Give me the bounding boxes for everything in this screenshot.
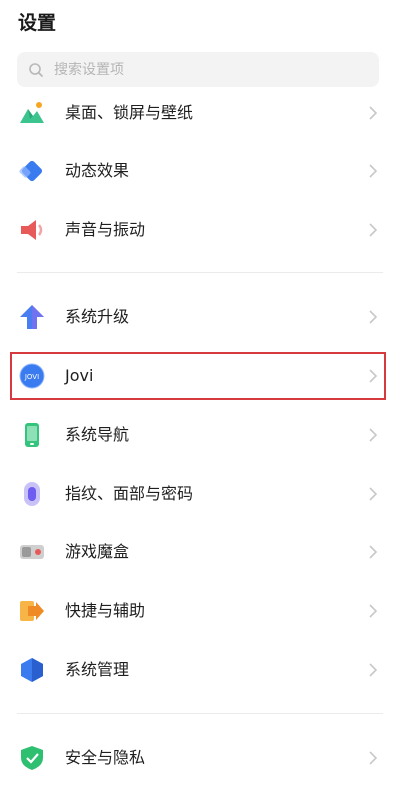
chevron-right-icon	[369, 751, 378, 765]
settings-item-system-management[interactable]: 系统管理	[0, 642, 400, 698]
settings-item-sound-vibration[interactable]: 声音与振动	[0, 202, 400, 258]
chevron-right-icon	[369, 487, 378, 501]
settings-item-security-privacy[interactable]: 安全与隐私	[0, 730, 400, 786]
settings-item-system-upgrade[interactable]: 系统升级	[0, 289, 400, 345]
chevron-right-icon	[369, 223, 378, 237]
section-divider	[17, 272, 383, 273]
chevron-right-icon	[369, 310, 378, 324]
game-box-icon	[20, 545, 44, 559]
section-divider	[17, 713, 383, 714]
chevron-right-icon	[369, 106, 378, 120]
chevron-right-icon	[369, 545, 378, 559]
settings-item-shortcuts-accessibility[interactable]: 快捷与辅助	[0, 583, 400, 639]
settings-item-label: 系统导航	[65, 425, 130, 444]
settings-item-motion-effects[interactable]: 动态效果	[0, 143, 400, 199]
settings-item-wallpaper[interactable]: 桌面、锁屏与壁纸	[0, 85, 400, 141]
settings-item-label: 指纹、面部与密码	[65, 484, 194, 503]
wallpaper-icon	[20, 102, 44, 123]
settings-item-label: 系统升级	[65, 307, 130, 326]
settings-item-label: 桌面、锁屏与壁纸	[65, 103, 194, 122]
settings-item-label: 声音与振动	[65, 220, 146, 239]
page-title: 设置	[18, 12, 57, 34]
fingerprint-icon	[24, 482, 40, 506]
phone-navigation-icon	[25, 423, 39, 447]
shield-icon	[21, 746, 43, 770]
settings-item-system-navigation[interactable]: 系统导航	[0, 407, 400, 463]
system-management-icon	[21, 658, 43, 682]
jovi-highlight-box	[10, 352, 386, 400]
chevron-right-icon	[369, 164, 378, 178]
settings-item-label: 游戏魔盒	[65, 542, 130, 561]
settings-item-label: 快捷与辅助	[65, 601, 146, 620]
settings-item-label: 安全与隐私	[65, 748, 146, 767]
chevron-right-icon	[369, 663, 378, 677]
search-bar[interactable]	[17, 52, 379, 87]
motion-effect-icon	[19, 160, 43, 182]
settings-item-fingerprint-face-password[interactable]: 指纹、面部与密码	[0, 466, 400, 522]
upgrade-arrow-icon	[20, 305, 44, 329]
search-input[interactable]	[52, 60, 356, 79]
chevron-right-icon	[369, 428, 378, 442]
shortcut-arrow-icon	[20, 601, 44, 621]
settings-item-label: 动态效果	[65, 161, 130, 180]
settings-item-game-box[interactable]: 游戏魔盒	[0, 524, 400, 580]
settings-item-label: 系统管理	[65, 660, 130, 679]
search-icon	[29, 62, 43, 77]
chevron-right-icon	[369, 604, 378, 618]
speaker-icon	[21, 220, 43, 240]
